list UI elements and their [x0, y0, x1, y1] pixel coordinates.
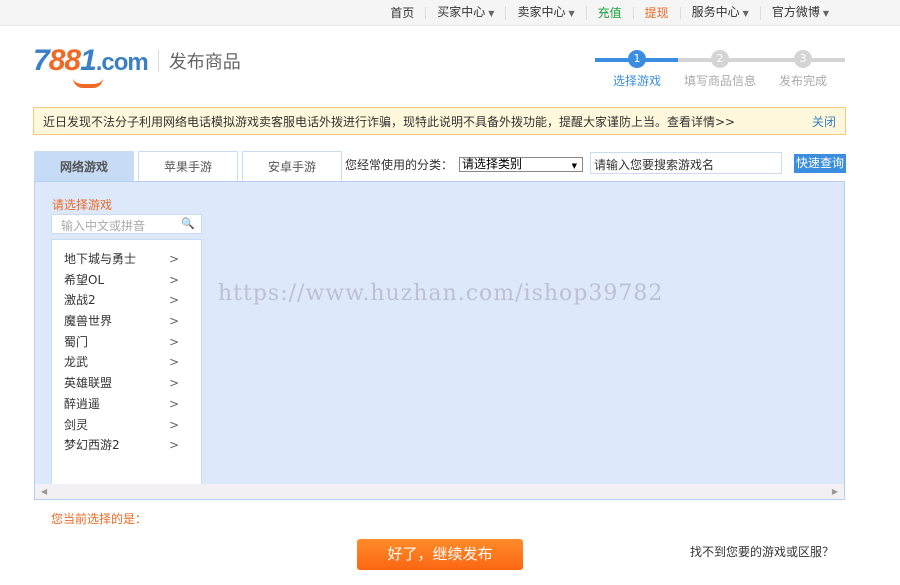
- top-nav-label: 买家中心: [437, 4, 486, 19]
- chevron-down-icon: ▼: [822, 8, 829, 18]
- step-number: 1: [628, 50, 646, 68]
- smile-icon: [73, 78, 103, 88]
- quick-search-button[interactable]: 快速查询: [794, 154, 846, 173]
- tab-ios-games[interactable]: 苹果手游: [138, 151, 238, 182]
- notice-text[interactable]: 近日发现不法分子利用网络电话模拟游戏卖客服电话外拨进行诈骗，现特此说明不具备外拨…: [43, 113, 735, 130]
- game-name: 醉逍遥: [64, 396, 101, 411]
- category-label: 您经常使用的分类：: [345, 158, 454, 172]
- top-nav-label: 提现: [644, 5, 669, 20]
- top-nav-label: 首页: [390, 5, 415, 20]
- game-list-item[interactable]: 蜀门 >: [52, 332, 201, 353]
- top-nav-item[interactable]: 充值: [587, 5, 634, 20]
- game-filter-input[interactable]: 输入中文或拼音 🔍: [51, 214, 202, 234]
- game-list-item[interactable]: 激战2 >: [52, 290, 201, 311]
- search-icon[interactable]: 🔍: [181, 217, 195, 230]
- game-list-item[interactable]: 剑灵 >: [52, 415, 201, 436]
- category-select[interactable]: 请选择类别: [459, 157, 584, 173]
- step-2: 2 填写商品信息: [675, 50, 765, 89]
- filter-placeholder: 输入中文或拼音: [61, 219, 146, 233]
- chevron-right-icon: >: [168, 272, 179, 287]
- watermark: https://www.huzhan.com/ishop39782: [218, 281, 664, 306]
- top-nav-label: 卖家中心: [517, 4, 566, 19]
- game-name: 地下城与勇士: [64, 252, 137, 266]
- game-type-tabs: 网络游戏 苹果手游 安卓手游: [34, 151, 346, 183]
- chevron-down-icon: ▼: [568, 8, 575, 18]
- game-name: 希望OL: [64, 272, 105, 287]
- game-name: 剑灵: [64, 417, 89, 432]
- game-list-item[interactable]: 魔兽世界 >: [52, 311, 201, 332]
- tab-online-games[interactable]: 网络游戏: [34, 151, 134, 183]
- top-nav-item[interactable]: 买家中心 ▼: [426, 4, 507, 20]
- game-search-input[interactable]: 请输入您要搜索游戏名: [590, 152, 782, 174]
- chevron-down-icon: ▼: [488, 8, 495, 18]
- step-label: 发布完成: [778, 74, 827, 88]
- step-number: 3: [794, 50, 812, 68]
- category-selector: 您经常使用的分类： 请选择类别: [345, 156, 584, 173]
- tab-android-games[interactable]: 安卓手游: [242, 151, 342, 182]
- top-nav-item[interactable]: 提现: [634, 5, 681, 20]
- header: 7881.com 发布商品: [33, 44, 241, 88]
- scroll-left-icon[interactable]: ◀: [41, 487, 47, 496]
- horizontal-scrollbar[interactable]: ◀ ▶: [35, 484, 844, 499]
- top-nav-label: 充值: [597, 5, 622, 20]
- select-game-label: 请选择游戏: [52, 198, 113, 212]
- game-list-item[interactable]: 英雄联盟 >: [52, 373, 201, 394]
- step-1: 1 选择游戏: [592, 50, 682, 89]
- top-nav-label: 服务中心: [691, 4, 740, 19]
- current-selection-label: 您当前选择的是：: [51, 512, 148, 526]
- logo-text: 88: [48, 44, 81, 77]
- game-list-item[interactable]: 龙武 >: [52, 352, 201, 373]
- close-notice-link[interactable]: 关闭: [812, 113, 836, 130]
- step-label: 选择游戏: [612, 74, 661, 88]
- game-list: 地下城与勇士 > 希望OL > 激战2 > 魔兽世界 > 蜀门 > 龙武 > 英雄联盟 > 醉逍遥 > 剑灵 > 梦…: [51, 239, 202, 485]
- chevron-right-icon: >: [168, 252, 179, 266]
- logo-text: .com: [95, 49, 149, 76]
- top-nav-label: 官方微博: [771, 4, 820, 19]
- game-list-item[interactable]: 梦幻西游2 >: [52, 435, 201, 456]
- game-name: 梦幻西游2: [64, 438, 120, 453]
- page-title: 发布商品: [168, 52, 241, 73]
- game-name: 英雄联盟: [64, 376, 113, 391]
- top-nav: 首页 买家中心 ▼ 卖家中心 ▼ 充值 提现 服务中心 ▼ 官方微博 ▼: [0, 0, 900, 26]
- not-found-link[interactable]: 找不到您要的游戏或区服？: [690, 543, 834, 560]
- chevron-right-icon: >: [168, 334, 179, 349]
- game-name: 蜀门: [64, 334, 89, 349]
- chevron-down-icon: ▼: [742, 8, 749, 18]
- game-select-panel: 请选择游戏 输入中文或拼音 🔍 地下城与勇士 > 希望OL > 激战2 > 魔兽世界 > 蜀门 > 龙…: [34, 181, 845, 500]
- chevron-right-icon: >: [168, 355, 179, 370]
- game-list-item[interactable]: 地下城与勇士 >: [52, 249, 201, 270]
- top-nav-item[interactable]: 首页: [379, 5, 427, 20]
- game-name: 激战2: [64, 293, 96, 308]
- chevron-right-icon: >: [168, 293, 179, 308]
- continue-publish-button[interactable]: 好了，继续发布: [357, 539, 523, 570]
- chevron-right-icon: >: [168, 314, 179, 329]
- top-nav-item[interactable]: 卖家中心 ▼: [506, 4, 587, 20]
- chevron-right-icon: >: [168, 417, 179, 432]
- chevron-right-icon: >: [168, 376, 179, 391]
- step-label: 填写商品信息: [683, 74, 756, 88]
- chevron-right-icon: >: [168, 438, 179, 453]
- divider: [157, 50, 159, 72]
- notice-bar: 近日发现不法分子利用网络电话模拟游戏卖客服电话外拨进行诈骗，现特此说明不具备外拨…: [33, 107, 846, 135]
- chevron-right-icon: >: [168, 396, 179, 411]
- game-list-item[interactable]: 醉逍遥 >: [52, 394, 201, 415]
- scroll-right-icon[interactable]: ▶: [832, 487, 838, 496]
- top-nav-item[interactable]: 官方微博 ▼: [761, 6, 840, 20]
- logo[interactable]: 7881.com: [33, 44, 149, 88]
- logo-text: 7: [33, 44, 50, 77]
- top-nav-item[interactable]: 服务中心 ▼: [681, 4, 761, 20]
- step-3: 3 发布完成: [758, 50, 848, 89]
- game-name: 魔兽世界: [64, 314, 113, 329]
- logo-text: 1: [80, 44, 97, 77]
- step-number: 2: [711, 50, 729, 68]
- game-name: 龙武: [64, 355, 89, 370]
- game-list-item[interactable]: 希望OL >: [52, 270, 201, 291]
